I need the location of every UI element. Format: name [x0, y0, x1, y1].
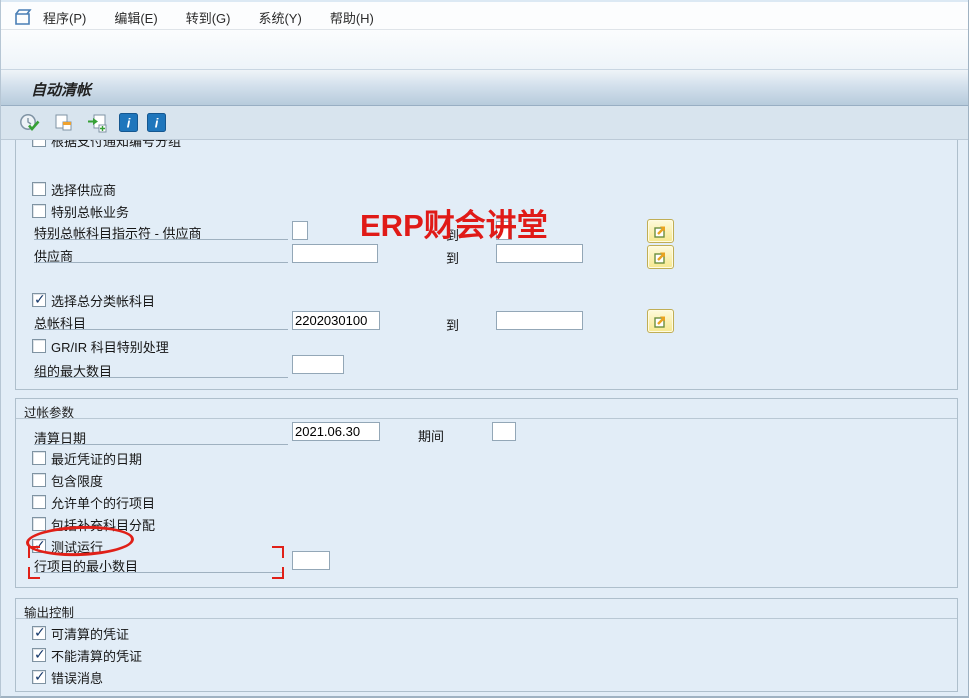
- label-vendor: 供应商: [34, 244, 288, 263]
- input-gl-account-from[interactable]: [292, 311, 380, 330]
- system-menu-icon[interactable]: [13, 8, 33, 31]
- content-area: 根据支付通知编号分组 选择供应商 特别总帐业务 特别总帐科目指示符 - 供应商 …: [1, 140, 968, 698]
- dynamic-selections-icon[interactable]: [87, 113, 109, 138]
- menu-edit[interactable]: 编辑(E): [108, 6, 163, 29]
- menu-bar: 程序(P) 编辑(E) 转到(G) 系统(Y) 帮助(H): [1, 0, 968, 30]
- checkbox-select-vendors[interactable]: 选择供应商: [32, 180, 116, 198]
- checkbox-select-gl-accounts[interactable]: 选择总分类帐科目: [32, 291, 155, 309]
- execute-icon[interactable]: [19, 113, 41, 138]
- label-to-2: 到: [446, 248, 459, 267]
- checkbox-group-by-payment-advice[interactable]: 根据支付通知编号分组: [32, 140, 181, 149]
- red-bracket-annotation: [28, 567, 40, 579]
- watermark-text: ERP财会讲堂: [360, 200, 548, 245]
- input-max-number-of-groups[interactable]: [292, 355, 344, 374]
- red-bracket-annotation: [272, 546, 284, 558]
- get-variant-icon[interactable]: [53, 113, 75, 138]
- input-vendor-from[interactable]: [292, 244, 378, 263]
- info-icon-2[interactable]: i: [147, 113, 166, 137]
- label-clearing-date: 清算日期: [34, 426, 288, 445]
- application-toolbar: i i: [1, 106, 968, 140]
- label-to-3: 到: [446, 315, 459, 334]
- checkbox-include-tolerances[interactable]: 包含限度: [32, 471, 103, 489]
- checkbox-permit-individual-line-items[interactable]: 允许单个的行项目: [32, 493, 155, 511]
- checkbox-error-messages[interactable]: 错误消息: [32, 668, 103, 686]
- checkbox-special-gl-transactions[interactable]: 特别总帐业务: [32, 202, 129, 220]
- selection-section: 根据支付通知编号分组 选择供应商 特别总帐业务 特别总帐科目指示符 - 供应商 …: [15, 140, 958, 390]
- multiple-selection-button-gl-account[interactable]: [647, 309, 674, 333]
- menu-help[interactable]: 帮助(H): [324, 6, 380, 29]
- checkbox-documents-that-can-be-cleared[interactable]: 可清算的凭证: [32, 624, 129, 642]
- svg-text:i: i: [127, 116, 131, 131]
- posting-parameters-title: 过帐参数: [16, 399, 957, 419]
- input-gl-account-to[interactable]: [496, 311, 583, 330]
- output-control-title: 输出控制: [16, 599, 957, 619]
- label-minimum-number-of-line-items: 行项目的最小数目: [34, 554, 282, 573]
- menu-system[interactable]: 系统(Y): [252, 6, 307, 29]
- red-bracket-annotation: [28, 546, 40, 558]
- info-icon[interactable]: i: [119, 113, 138, 137]
- label-special-gl-indicator: 特别总帐科目指示符 - 供应商: [34, 221, 288, 240]
- input-period[interactable]: [492, 422, 516, 441]
- menu-program[interactable]: 程序(P): [37, 6, 92, 29]
- checkbox-documents-that-cannot-be-cleared[interactable]: 不能清算的凭证: [32, 646, 142, 664]
- multiple-selection-icon: [653, 313, 669, 329]
- checkbox-date-of-most-recent-doc[interactable]: 最近凭证的日期: [32, 449, 142, 467]
- page-title: 自动清帐: [31, 79, 91, 100]
- label-max-number-of-groups: 组的最大数目: [34, 359, 288, 378]
- sap-window: 程序(P) 编辑(E) 转到(G) 系统(Y) 帮助(H) ▼ «: [0, 0, 969, 698]
- input-clearing-date[interactable]: [292, 422, 380, 441]
- output-control-section: 输出控制 可清算的凭证 不能清算的凭证 错误消息: [15, 598, 958, 692]
- red-bracket-annotation: [272, 567, 284, 579]
- label-period: 期间: [418, 426, 444, 445]
- menu-goto[interactable]: 转到(G): [180, 6, 237, 29]
- multiple-selection-button-vendor[interactable]: [647, 245, 674, 269]
- multiple-selection-icon: [653, 223, 669, 239]
- checkbox-grir-special-processing[interactable]: GR/IR 科目特别处理: [32, 337, 169, 355]
- standard-toolbar: ▼ «: [1, 30, 968, 70]
- multiple-selection-icon: [653, 249, 669, 265]
- title-bar: 自动清帐: [1, 70, 968, 106]
- posting-parameters-section: 过帐参数 清算日期 期间 最近凭证的日期 包含限度 允许单个的行项目 包括补充科…: [15, 398, 958, 588]
- input-minimum-number-of-line-items[interactable]: [292, 551, 330, 570]
- input-vendor-to[interactable]: [496, 244, 583, 263]
- svg-text:i: i: [155, 116, 159, 131]
- label-gl-account: 总帐科目: [34, 311, 288, 330]
- input-special-gl-indicator-from[interactable]: [292, 221, 308, 240]
- multiple-selection-button-special-gl[interactable]: [647, 219, 674, 243]
